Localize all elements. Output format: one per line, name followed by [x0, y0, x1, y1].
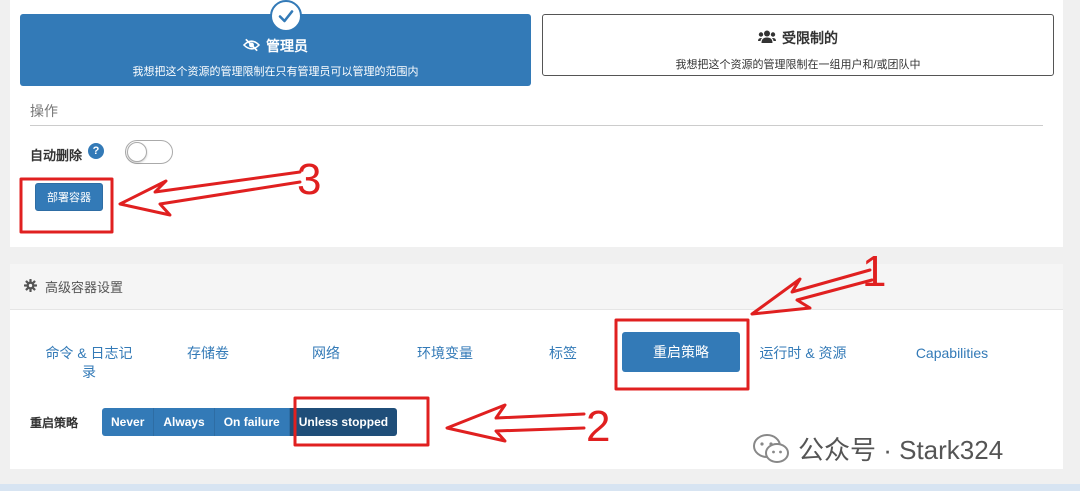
access-control-panel: 管理员 我想把这个资源的管理限制在只有管理员可以管理的范围内 受限制的 我想把这…	[10, 0, 1063, 247]
check-icon	[270, 0, 302, 32]
admin-card-title: 管理员	[266, 38, 308, 54]
restart-policy-label: 重启策略	[30, 416, 79, 430]
gear-icon	[24, 278, 37, 295]
admin-card-description: 我想把这个资源的管理限制在只有管理员可以管理的范围内	[132, 66, 419, 78]
tab-command-logging[interactable]: 命令 & 日志记录	[40, 344, 138, 382]
actions-section-title: 操作	[30, 101, 1043, 126]
users-icon	[758, 30, 776, 46]
restricted-card-description: 我想把这个资源的管理限制在一组用户和/或团队中	[675, 59, 921, 71]
toggle-knob	[127, 142, 147, 162]
watermark-text: 公众号 · Stark324	[798, 435, 1004, 465]
advanced-settings-header: 高级容器设置	[10, 264, 1063, 310]
tab-capabilities[interactable]: Capabilities	[900, 344, 1004, 363]
restart-never-button[interactable]: Never	[102, 408, 155, 436]
help-icon[interactable]: ?	[88, 143, 104, 159]
restricted-access-card[interactable]: 受限制的 我想把这个资源的管理限制在一组用户和/或团队中	[542, 14, 1054, 76]
tab-labels[interactable]: 标签	[540, 344, 586, 363]
admin-access-card[interactable]: 管理员 我想把这个资源的管理限制在只有管理员可以管理的范围内	[20, 0, 531, 86]
restart-policy-options: Never Always On failure Unless stopped	[102, 408, 398, 436]
eye-slash-icon	[242, 38, 261, 55]
auto-remove-toggle[interactable]	[125, 140, 173, 164]
deploy-container-button[interactable]: 部署容器	[35, 183, 103, 211]
restricted-card-title: 受限制的	[782, 30, 838, 46]
tab-network[interactable]: 网络	[300, 344, 352, 363]
wechat-icon	[753, 433, 789, 463]
restart-always-button[interactable]: Always	[154, 408, 215, 436]
tab-volumes[interactable]: 存储卷	[175, 344, 241, 363]
bottom-strip	[0, 484, 1080, 491]
restart-unless-stopped-button[interactable]: Unless stopped	[289, 408, 398, 436]
restart-on-failure-button[interactable]: On failure	[214, 408, 290, 436]
tab-runtime-resources[interactable]: 运行时 & 资源	[748, 344, 858, 363]
watermark: 公众号 · Stark324	[752, 430, 1003, 467]
tab-env[interactable]: 环境变量	[407, 344, 483, 363]
auto-remove-label: 自动删除	[30, 148, 83, 163]
advanced-settings-title: 高级容器设置	[45, 280, 124, 295]
tab-restart-policy[interactable]: 重启策略	[622, 332, 740, 372]
